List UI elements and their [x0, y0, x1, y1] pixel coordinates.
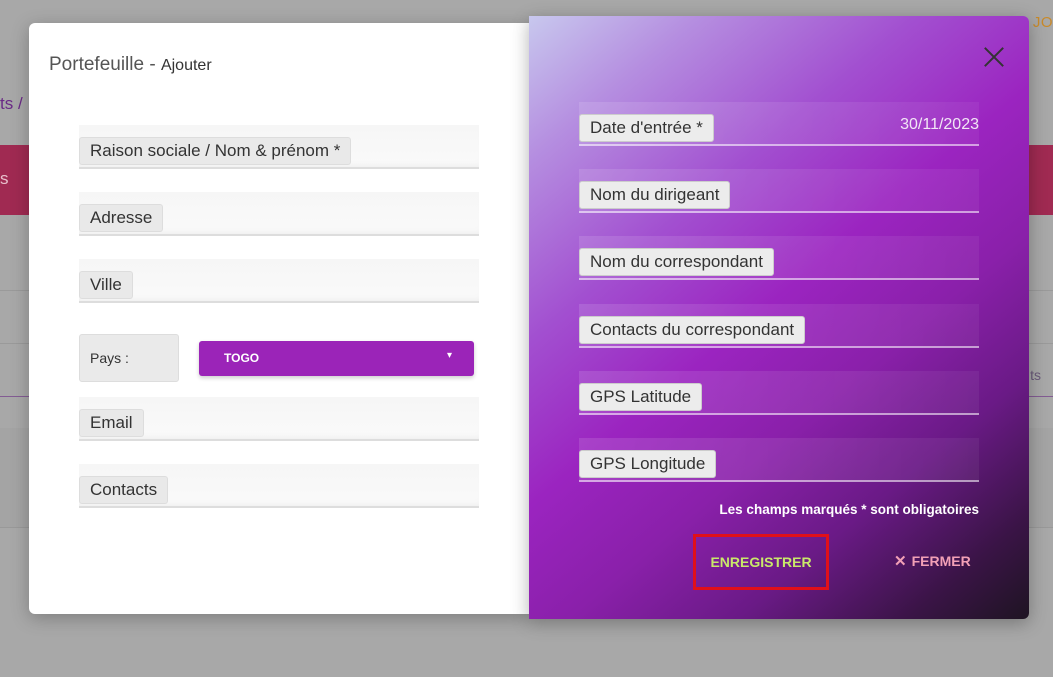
cancel-button[interactable]: ✕ FERMER	[894, 552, 971, 570]
date-entree-value: 30/11/2023	[900, 116, 979, 133]
pays-label: Pays :	[90, 350, 129, 366]
email-field[interactable]: Email	[79, 397, 479, 441]
field-label: Nom du correspondant	[579, 248, 774, 276]
ville-field[interactable]: Ville	[79, 259, 479, 303]
field-label: Date d'entrée *	[579, 114, 714, 142]
field-label: GPS Latitude	[579, 383, 703, 411]
pays-label-box: Pays :	[79, 334, 179, 382]
background-breadcrumb: ts /	[0, 94, 23, 113]
field-label: GPS Longitude	[579, 450, 717, 478]
portefeuille-modal: Portefeuille - Ajouter Raison sociale / …	[29, 16, 1029, 619]
gps-longitude-field[interactable]: GPS Longitude	[579, 438, 979, 482]
contacts-field[interactable]: Contacts	[79, 464, 479, 508]
field-label: Email	[79, 409, 144, 437]
cancel-button-label: FERMER	[911, 553, 971, 569]
pays-select[interactable]: TOGO ▾	[199, 341, 474, 376]
chevron-down-icon: ▾	[446, 350, 452, 361]
nom-correspondant-field[interactable]: Nom du correspondant	[579, 236, 979, 280]
contacts-correspondant-field[interactable]: Contacts du correspondant	[579, 304, 979, 348]
field-label: Ville	[79, 271, 133, 299]
modal-title-text: Portefeuille -	[49, 54, 161, 75]
pays-selected-value: TOGO	[224, 351, 260, 365]
date-entree-field[interactable]: Date d'entrée * 30/11/2023	[579, 102, 979, 146]
close-icon: ✕	[894, 553, 907, 570]
field-label: Contacts	[79, 476, 169, 504]
field-label: Contacts du correspondant	[579, 316, 806, 344]
modal-right-panel: Date d'entrée * 30/11/2023 Nom du dirige…	[529, 16, 1029, 619]
raison-sociale-field[interactable]: Raison sociale / Nom & prénom *	[79, 125, 479, 169]
background-band-text: s	[0, 169, 9, 188]
required-fields-note: Les champs marqués * sont obligatoires	[719, 502, 979, 517]
modal-title: Portefeuille - Ajouter	[49, 54, 212, 76]
save-button[interactable]: ENREGISTRER	[693, 534, 829, 590]
background-user-text: JO	[1032, 14, 1053, 31]
adresse-field[interactable]: Adresse	[79, 192, 479, 236]
field-label: Adresse	[79, 204, 164, 232]
modal-subtitle: Ajouter	[160, 57, 212, 74]
nom-dirigeant-field[interactable]: Nom du dirigeant	[579, 169, 979, 213]
background-tab-text: ts	[1030, 367, 1041, 383]
gps-latitude-field[interactable]: GPS Latitude	[579, 371, 979, 415]
field-label: Nom du dirigeant	[579, 181, 731, 209]
modal-left-panel: Portefeuille - Ajouter Raison sociale / …	[29, 23, 529, 614]
field-label: Raison sociale / Nom & prénom *	[79, 137, 352, 165]
close-icon[interactable]	[983, 46, 1005, 68]
